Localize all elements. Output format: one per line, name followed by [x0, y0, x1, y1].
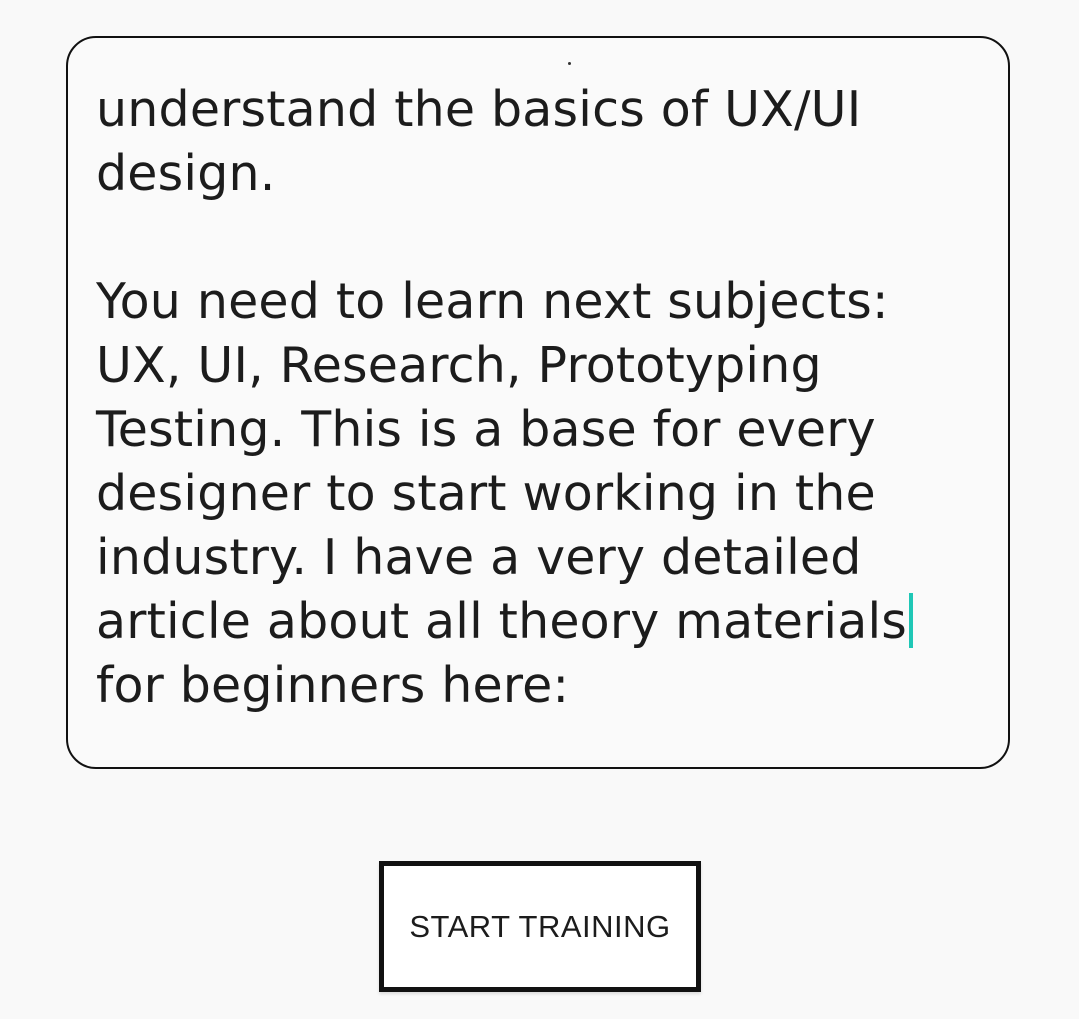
text-line-blank — [96, 206, 996, 270]
text-line: industry. I have a very detailed — [96, 529, 862, 586]
text-line: UX, UI, Research, Prototyping — [96, 337, 822, 394]
start-training-button[interactable]: START TRAINING — [379, 861, 701, 992]
description-text: understand the basics of UX/UI design. Y… — [96, 78, 996, 718]
start-training-label: START TRAINING — [409, 908, 671, 944]
text-line: You need to learn next subjects: — [96, 273, 889, 330]
clipped-text-fragment — [568, 62, 571, 65]
text-line: Testing. This is a base for every — [96, 401, 876, 458]
text-line-with-caret: article about all theory materials — [96, 590, 996, 654]
text-line: design. — [96, 145, 276, 202]
description-text-area[interactable]: understand the basics of UX/UI design. Y… — [66, 36, 1010, 769]
text-cursor — [909, 593, 914, 648]
text-line-content: article about all theory materials — [96, 593, 908, 650]
text-line: understand the basics of UX/UI — [96, 81, 862, 138]
text-line: designer to start working in the — [96, 465, 876, 522]
text-line: for beginners here: — [96, 657, 570, 714]
